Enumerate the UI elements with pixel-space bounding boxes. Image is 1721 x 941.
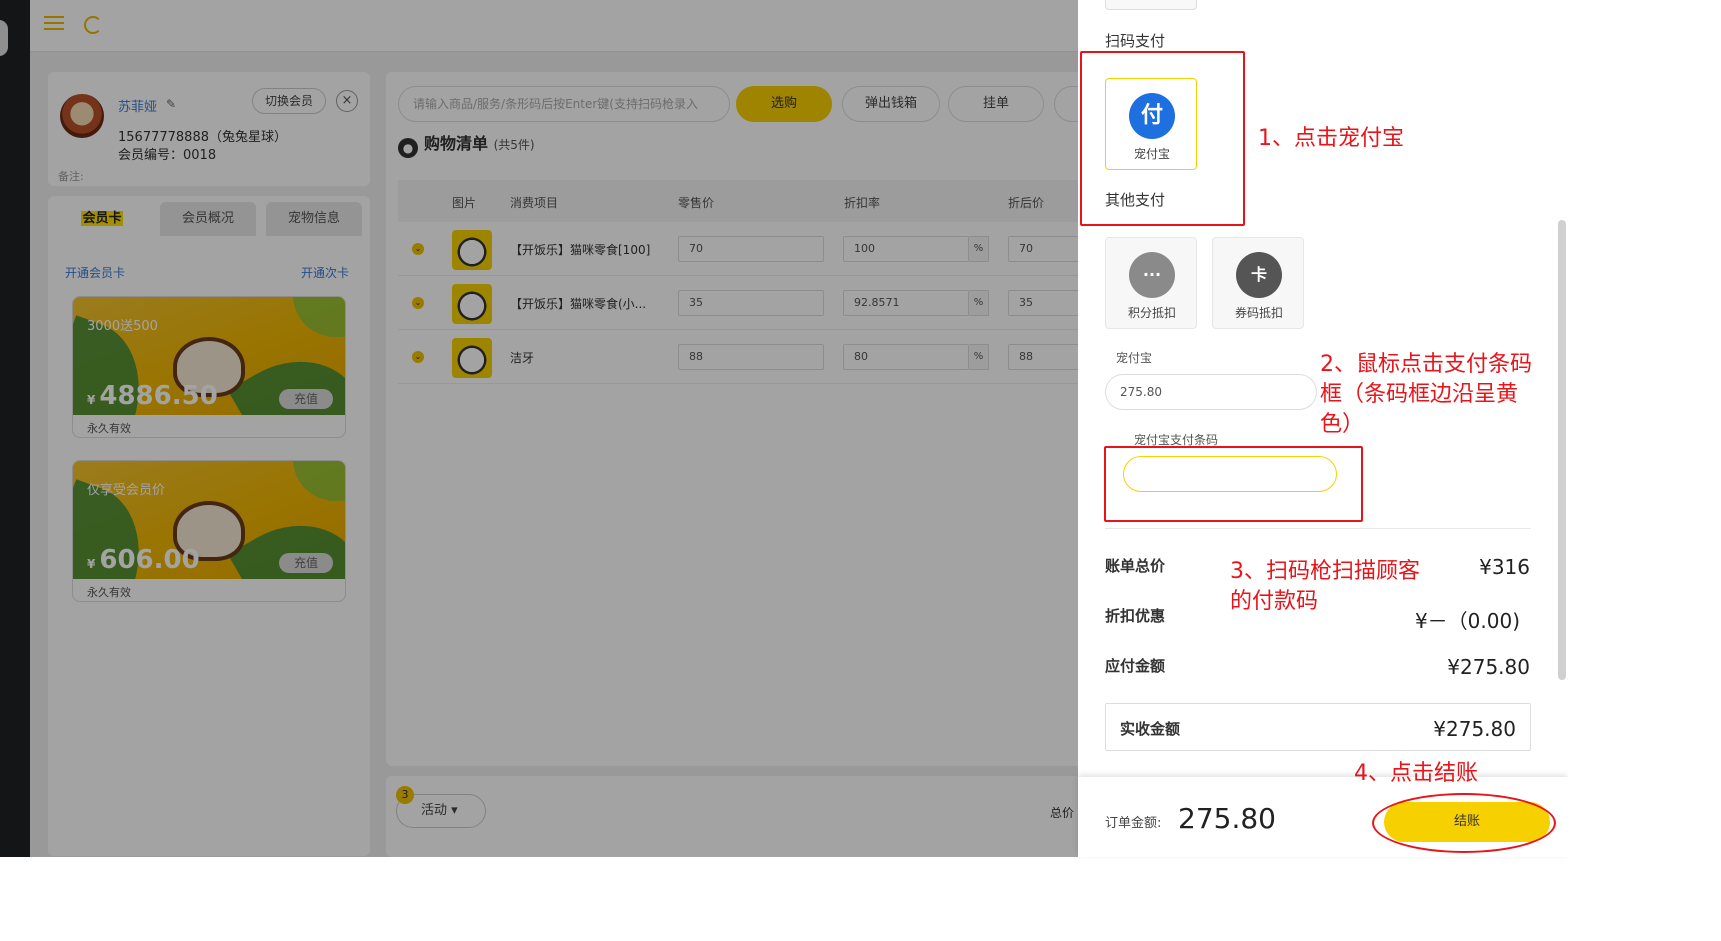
annotation-step3: 3、扫码枪扫描顾客的付款码 xyxy=(1230,559,1420,614)
previous-item-stub xyxy=(1105,0,1197,10)
payable-label: 应付金额 xyxy=(1105,657,1166,675)
annotation-box-step2 xyxy=(1104,446,1363,522)
payable-amount: ¥275.80 xyxy=(1447,655,1530,679)
received-value: ¥275.80 xyxy=(1433,717,1516,741)
order-amount: 275.80 xyxy=(1178,802,1276,835)
received-amount-field[interactable]: 实收金额 ¥275.80 xyxy=(1105,703,1531,751)
divider xyxy=(1105,528,1531,529)
more-dots-icon: ··· xyxy=(1129,252,1175,298)
annotation-box-step1 xyxy=(1080,51,1245,226)
pay-method-points[interactable]: ··· 积分抵扣 xyxy=(1105,237,1197,329)
pay-method-label: 券码抵扣 xyxy=(1234,306,1283,320)
bill-total-amount: ¥316 xyxy=(1479,555,1530,579)
discount-label: 折扣优惠 xyxy=(1105,607,1166,625)
scan-pay-title: 扫码支付 xyxy=(1105,32,1166,50)
received-label: 实收金额 xyxy=(1120,720,1181,738)
drawer-scrollbar[interactable] xyxy=(1558,220,1566,680)
annotation-step2: 2、鼠标点击支付条码框（条码框边沿呈黄色） xyxy=(1320,352,1532,437)
order-amount-label: 订单金额: xyxy=(1105,816,1162,831)
ticket-icon: 卡 xyxy=(1236,252,1282,298)
annotation-step4: 4、点击结账 xyxy=(1354,761,1478,786)
modal-overlay[interactable] xyxy=(0,0,1080,857)
pay-method-coupon[interactable]: 卡 券码抵扣 xyxy=(1212,237,1304,329)
pay-method-label: 积分抵扣 xyxy=(1127,306,1176,320)
amount-field-label: 宠付宝 xyxy=(1116,351,1153,365)
annotation-oval-step4 xyxy=(1372,793,1556,853)
bill-total-label: 账单总价 xyxy=(1105,557,1166,575)
payment-amount-input[interactable]: 275.80 xyxy=(1105,374,1317,410)
annotation-step1: 1、点击宠付宝 xyxy=(1258,126,1404,151)
